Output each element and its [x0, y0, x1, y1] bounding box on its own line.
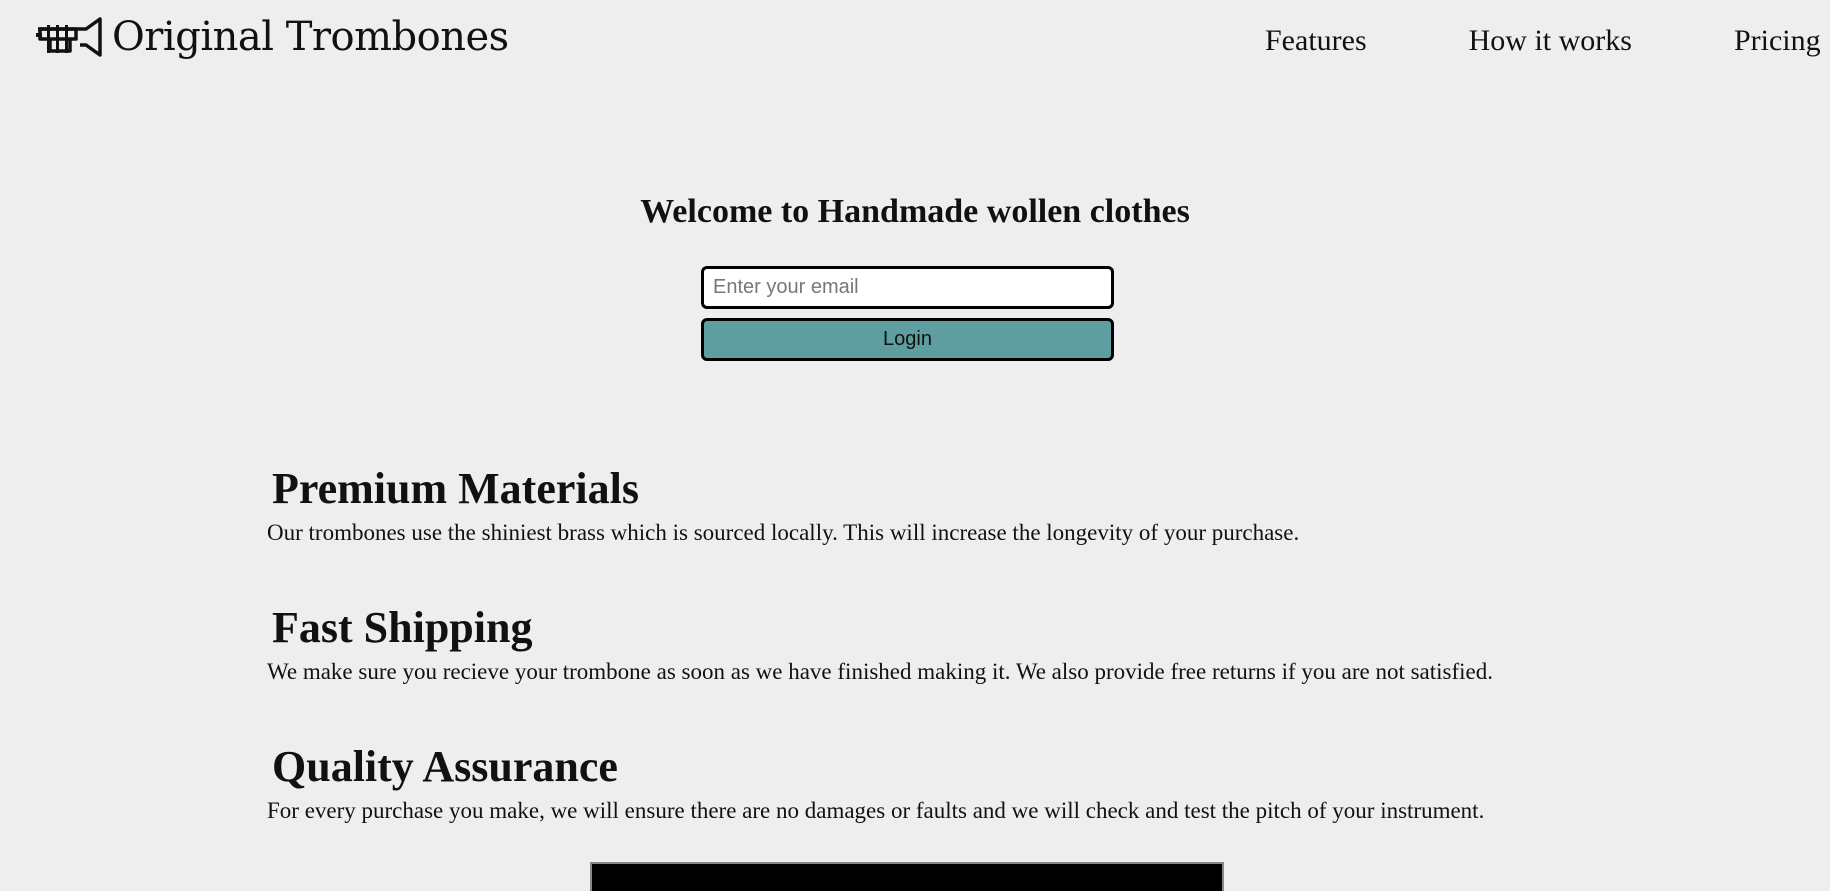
email-input[interactable]: [701, 266, 1114, 309]
hero-section: Welcome to Handmade wollen clothes: [0, 193, 1830, 231]
logo[interactable]: Original Trombones: [36, 14, 509, 60]
logo-text: Original Trombones: [112, 14, 509, 60]
hero-title: Welcome to Handmade wollen clothes: [640, 193, 1190, 230]
feature-text: For every purchase you make, we will ens…: [267, 798, 1485, 823]
trombone-icon: [36, 17, 102, 57]
video-player[interactable]: [590, 862, 1224, 891]
feature-title: Quality Assurance: [272, 742, 618, 791]
feature-title: Fast Shipping: [272, 603, 533, 652]
feature-title: Premium Materials: [272, 464, 639, 513]
feature-quality-assurance: Quality Assurance For every purchase you…: [267, 741, 1667, 825]
site-header: Original Trombones Features How it works…: [0, 0, 1830, 90]
feature-fast-shipping: Fast Shipping We make sure you recieve y…: [267, 602, 1667, 686]
nav-link-how-it-works[interactable]: How it works: [1469, 24, 1632, 58]
nav-link-pricing[interactable]: Pricing: [1734, 24, 1821, 58]
main-nav: Features How it works Pricing: [1265, 24, 1830, 58]
login-button[interactable]: Login: [701, 318, 1114, 361]
nav-link-features[interactable]: Features: [1265, 24, 1367, 58]
feature-premium-materials: Premium Materials Our trombones use the …: [267, 463, 1667, 547]
feature-text: Our trombones use the shiniest brass whi…: [267, 520, 1300, 545]
feature-text: We make sure you recieve your trombone a…: [267, 659, 1493, 684]
